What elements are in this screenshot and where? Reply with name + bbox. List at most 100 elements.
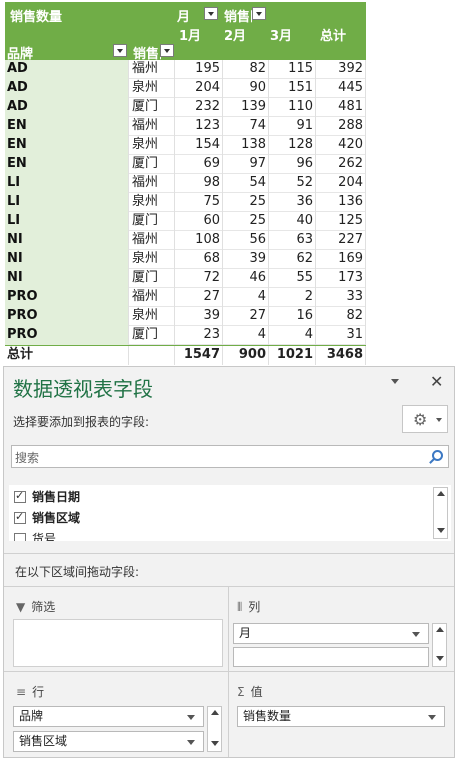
scroll-up-icon[interactable] <box>435 625 444 634</box>
checkbox-item-no[interactable] <box>14 533 26 541</box>
brand-filter-dropdown[interactable] <box>113 44 127 57</box>
brand-cell[interactable]: AD <box>5 98 129 117</box>
scroll-down-icon[interactable] <box>435 654 444 663</box>
scroll-up-icon[interactable] <box>436 489 445 498</box>
region-column-filter-dropdown[interactable] <box>252 7 266 20</box>
checkbox-sales-date[interactable] <box>14 489 26 503</box>
month2-cell[interactable]: 39 <box>223 250 269 269</box>
brand-cell[interactable]: EN <box>5 155 129 174</box>
row-total-cell[interactable]: 136 <box>316 193 366 212</box>
month1-cell[interactable]: 27 <box>175 288 223 307</box>
month2-cell[interactable]: 46 <box>223 269 269 288</box>
month1-cell[interactable]: 39 <box>175 307 223 326</box>
row-total-cell[interactable]: 125 <box>316 212 366 231</box>
rows-field-region[interactable]: 销售区域 <box>13 731 204 752</box>
month3-cell[interactable]: 52 <box>269 174 316 193</box>
filters-drop-zone[interactable] <box>13 619 223 667</box>
grand-total-m2[interactable]: 900 <box>223 346 269 365</box>
field-item-item-no[interactable]: 货号 <box>14 530 56 541</box>
month1-cell[interactable]: 154 <box>175 136 223 155</box>
region-cell[interactable]: 泉州 <box>129 250 175 269</box>
month3-cell[interactable]: 16 <box>269 307 316 326</box>
brand-cell[interactable]: NI <box>5 231 129 250</box>
region-cell[interactable]: 福州 <box>129 117 175 136</box>
month2-cell[interactable]: 138 <box>223 136 269 155</box>
month3-cell[interactable]: 55 <box>269 269 316 288</box>
month3-cell[interactable]: 40 <box>269 212 316 231</box>
region-cell[interactable]: 福州 <box>129 60 175 79</box>
columns-field-empty[interactable] <box>233 647 429 667</box>
values-field-sales-qty[interactable]: 销售数量 <box>237 706 445 727</box>
month3-cell[interactable]: 2 <box>269 288 316 307</box>
columns-field-month[interactable]: 月 <box>233 623 429 644</box>
month1-cell[interactable]: 72 <box>175 269 223 288</box>
region-cell[interactable]: 厦门 <box>129 98 175 117</box>
row-total-cell[interactable]: 262 <box>316 155 366 174</box>
brand-cell[interactable]: AD <box>5 79 129 98</box>
scroll-down-icon[interactable] <box>210 739 219 748</box>
month1-cell[interactable]: 60 <box>175 212 223 231</box>
field-item-sales-region[interactable]: 销售区域 <box>14 509 80 527</box>
brand-cell[interactable]: EN <box>5 136 129 155</box>
row-total-cell[interactable]: 169 <box>316 250 366 269</box>
month2-cell[interactable]: 56 <box>223 231 269 250</box>
row-total-cell[interactable]: 420 <box>316 136 366 155</box>
month1-cell[interactable]: 204 <box>175 79 223 98</box>
month1-cell[interactable]: 232 <box>175 98 223 117</box>
search-input[interactable]: 搜索 <box>11 445 449 468</box>
month3-cell[interactable]: 4 <box>269 326 316 345</box>
region-cell[interactable]: 泉州 <box>129 307 175 326</box>
row-total-cell[interactable]: 227 <box>316 231 366 250</box>
row-total-cell[interactable]: 445 <box>316 79 366 98</box>
rows-scrollbar[interactable] <box>207 706 222 752</box>
month1-cell[interactable]: 108 <box>175 231 223 250</box>
grand-total-m3[interactable]: 1021 <box>269 346 316 365</box>
scroll-up-icon[interactable] <box>210 708 219 717</box>
region-cell[interactable]: 泉州 <box>129 79 175 98</box>
region-cell[interactable]: 厦门 <box>129 269 175 288</box>
month3-cell[interactable]: 110 <box>269 98 316 117</box>
brand-cell[interactable]: AD <box>5 60 129 79</box>
month1-cell[interactable]: 68 <box>175 250 223 269</box>
month3-cell[interactable]: 96 <box>269 155 316 174</box>
region-cell[interactable]: 福州 <box>129 288 175 307</box>
tools-button[interactable]: ⚙ <box>402 405 448 433</box>
month2-cell[interactable]: 4 <box>223 288 269 307</box>
grand-total-label[interactable]: 总计 <box>5 346 129 365</box>
month2-cell[interactable]: 90 <box>223 79 269 98</box>
region-row-filter-dropdown[interactable] <box>160 44 174 57</box>
brand-cell[interactable]: EN <box>5 117 129 136</box>
region-cell[interactable]: 厦门 <box>129 155 175 174</box>
month2-cell[interactable]: 25 <box>223 193 269 212</box>
month2-cell[interactable]: 25 <box>223 212 269 231</box>
month1-cell[interactable]: 23 <box>175 326 223 345</box>
row-total-cell[interactable]: 481 <box>316 98 366 117</box>
month2-cell[interactable]: 54 <box>223 174 269 193</box>
month2-cell[interactable]: 74 <box>223 117 269 136</box>
region-cell[interactable]: 福州 <box>129 231 175 250</box>
row-total-cell[interactable]: 82 <box>316 307 366 326</box>
month3-cell[interactable]: 36 <box>269 193 316 212</box>
brand-cell[interactable]: LI <box>5 174 129 193</box>
brand-cell[interactable]: PRO <box>5 307 129 326</box>
month2-cell[interactable]: 82 <box>223 60 269 79</box>
columns-scrollbar[interactable] <box>432 623 447 667</box>
pane-options-dropdown[interactable] <box>391 379 399 384</box>
brand-cell[interactable]: PRO <box>5 326 129 345</box>
region-cell[interactable]: 福州 <box>129 174 175 193</box>
row-total-cell[interactable]: 392 <box>316 60 366 79</box>
brand-cell[interactable]: PRO <box>5 288 129 307</box>
row-total-cell[interactable]: 173 <box>316 269 366 288</box>
month3-cell[interactable]: 62 <box>269 250 316 269</box>
grand-total-blank[interactable] <box>129 346 175 365</box>
month1-cell[interactable]: 195 <box>175 60 223 79</box>
month3-cell[interactable]: 63 <box>269 231 316 250</box>
grand-total-sum[interactable]: 3468 <box>316 346 366 365</box>
month3-cell[interactable]: 151 <box>269 79 316 98</box>
rows-field-brand[interactable]: 品牌 <box>13 706 204 727</box>
region-cell[interactable]: 厦门 <box>129 326 175 345</box>
brand-cell[interactable]: LI <box>5 193 129 212</box>
region-cell[interactable]: 泉州 <box>129 193 175 212</box>
row-total-cell[interactable]: 288 <box>316 117 366 136</box>
brand-cell[interactable]: LI <box>5 212 129 231</box>
